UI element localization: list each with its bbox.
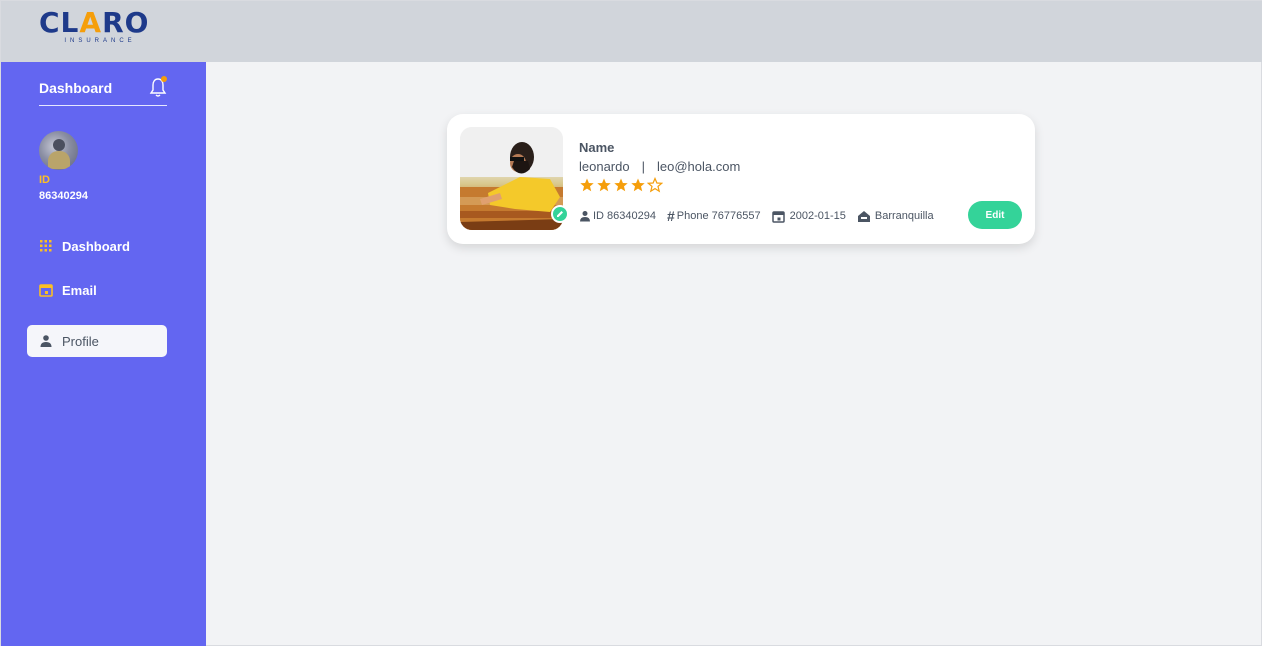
notification-dot [161, 76, 167, 82]
meta-id: ID 86340294 [579, 210, 656, 222]
sidebar-item-profile[interactable]: Profile [27, 325, 167, 357]
star-filled-icon [631, 178, 645, 192]
brand-logo[interactable]: CLARO INSURANCE [39, 8, 157, 48]
home-icon [857, 210, 870, 222]
username: leonardo [579, 159, 630, 174]
star-outline-icon [647, 177, 663, 193]
name-line: leonardo | leo@hola.com [579, 159, 740, 174]
bell-icon[interactable] [149, 76, 167, 98]
edit-button[interactable]: Edit [968, 201, 1022, 229]
profile-meta: ID 86340294 # Phone 76776557 2002-01-15 … [579, 208, 945, 224]
logo-wordmark: CLARO [39, 6, 150, 39]
calendar-icon [39, 283, 53, 297]
person-icon [39, 334, 53, 348]
star-filled-icon [580, 178, 594, 192]
top-bar: CLARO INSURANCE [1, 1, 1262, 62]
hash-icon: # [667, 208, 675, 224]
sidebar-header: Dashboard [39, 76, 167, 106]
profile-photo [460, 127, 563, 230]
star-filled-icon [614, 178, 628, 192]
sidebar-item-label: Profile [62, 333, 99, 349]
user-id-value: 86340294 [39, 190, 88, 202]
sidebar-title: Dashboard [39, 80, 113, 96]
separator: | [641, 159, 645, 174]
meta-phone: # Phone 76776557 [667, 208, 761, 224]
sidebar-item-label: Email [62, 282, 97, 298]
star-filled-icon [597, 178, 611, 192]
name-label: Name [579, 140, 615, 155]
profile-card: Name leonardo | leo@hola.com ID 86340294… [447, 114, 1035, 244]
calendar-icon [771, 210, 785, 223]
grid-icon [39, 239, 53, 253]
rating [579, 177, 663, 193]
edit-photo-button[interactable] [551, 205, 569, 223]
sidebar-item-email[interactable]: Email [27, 274, 167, 306]
email[interactable]: leo@hola.com [657, 159, 740, 174]
sidebar: Dashboard ID 86340294 Dashboard Email Pr… [1, 62, 206, 646]
avatar[interactable] [39, 131, 78, 170]
meta-date: 2002-01-15 [771, 210, 846, 223]
user-id-label: ID [39, 174, 50, 186]
meta-city: Barranquilla [857, 210, 934, 223]
person-icon [580, 211, 590, 222]
sidebar-item-dashboard[interactable]: Dashboard [27, 230, 167, 262]
sidebar-item-label: Dashboard [62, 238, 130, 254]
